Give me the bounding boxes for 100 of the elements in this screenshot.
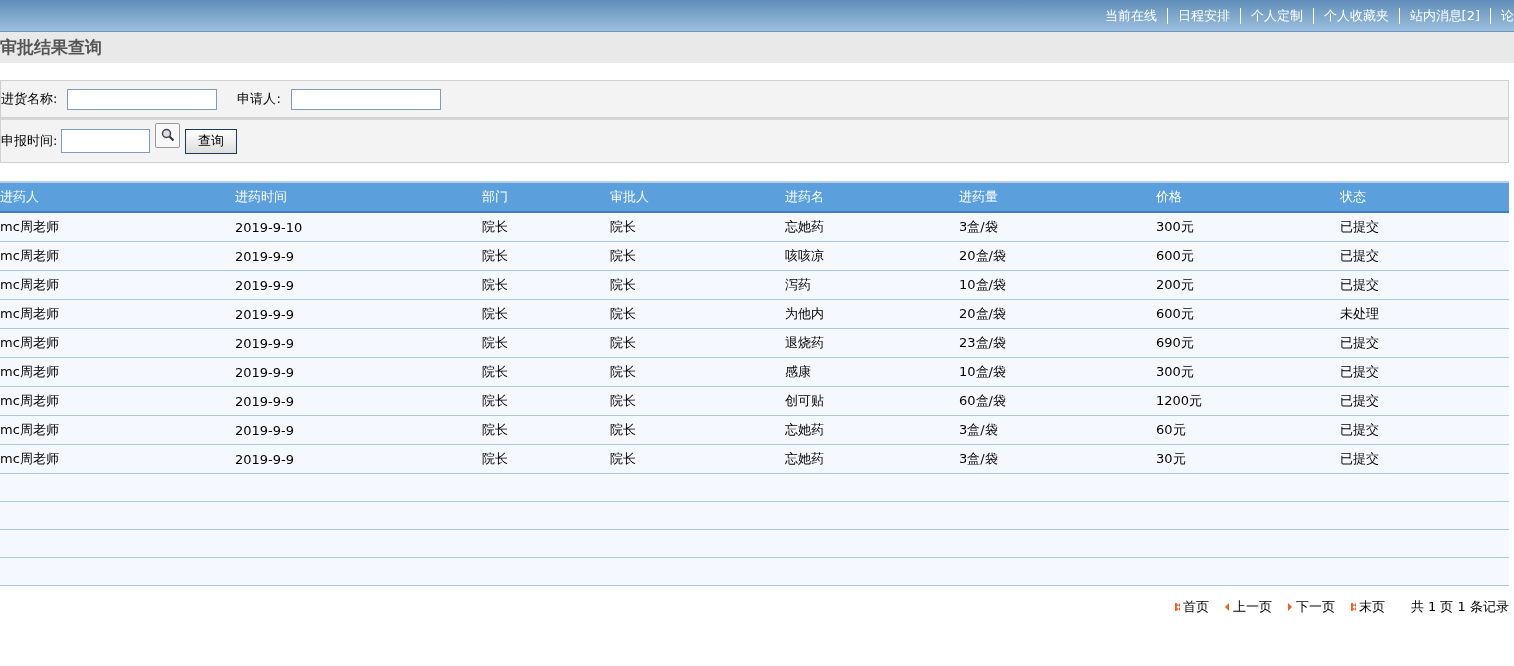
table-cell: 10盒/袋 xyxy=(959,270,1156,300)
table-cell: 1200元 xyxy=(1156,386,1340,416)
table-cell: mc周老师 xyxy=(0,270,235,300)
table-cell: 咳咳凉 xyxy=(785,241,959,271)
table-cell: 600元 xyxy=(1156,241,1340,271)
table-cell: mc周老师 xyxy=(0,444,235,474)
table-cell: 690元 xyxy=(1156,328,1340,358)
table-cell: 院长 xyxy=(610,444,785,474)
table-cell: 已提交 xyxy=(1340,328,1509,358)
table-cell: 院长 xyxy=(610,328,785,358)
table-cell: 10盒/袋 xyxy=(959,357,1156,387)
table-cell: 3盒/袋 xyxy=(959,212,1156,242)
field-label: 进货名称: xyxy=(1,90,58,108)
table-cell: 2019-9-9 xyxy=(235,299,482,329)
table-cell: 已提交 xyxy=(1340,386,1509,416)
table-cell: 为他内 xyxy=(785,299,959,329)
first-page-icon xyxy=(1174,603,1180,611)
last-page-icon xyxy=(1350,603,1356,611)
nav-link[interactable]: 个人定制 xyxy=(1240,6,1313,25)
table-cell: mc周老师 xyxy=(0,299,235,329)
pager-link[interactable]: 上一页 xyxy=(1224,598,1272,616)
pager-link[interactable]: 首页 xyxy=(1174,598,1209,616)
table-cell: 3盒/袋 xyxy=(959,415,1156,445)
table-cell: 2019-9-9 xyxy=(235,241,482,271)
table-cell: 院长 xyxy=(482,328,610,358)
table-cell: mc周老师 xyxy=(0,415,235,445)
pager-link[interactable]: 末页 xyxy=(1350,598,1385,616)
table-cell: 退烧药 xyxy=(785,328,959,358)
table-cell: mc周老师 xyxy=(0,328,235,358)
table-cell: 2019-9-9 xyxy=(235,357,482,387)
table-cell: 感康 xyxy=(785,357,959,387)
search-icon xyxy=(160,128,175,142)
column-header: 价格 xyxy=(1156,182,1340,212)
column-header: 部门 xyxy=(482,182,610,212)
table-cell: mc周老师 xyxy=(0,212,235,242)
applicant-field[interactable] xyxy=(290,88,441,110)
table-cell: 2019-9-9 xyxy=(235,270,482,300)
table-cell: 23盒/袋 xyxy=(959,328,1156,358)
table-cell: 2019-9-9 xyxy=(235,415,482,445)
table-cell: 20盒/袋 xyxy=(959,299,1156,329)
table-cell: 院长 xyxy=(610,241,785,271)
name-field[interactable] xyxy=(67,88,218,110)
table-cell: 已提交 xyxy=(1340,241,1509,271)
table-cell: 院长 xyxy=(610,270,785,300)
table-cell: 泻药 xyxy=(785,270,959,300)
table-cell: mc周老师 xyxy=(0,241,235,271)
field-label: 申报时间: xyxy=(1,132,58,150)
table-cell: 200元 xyxy=(1156,270,1340,300)
column-header: 状态 xyxy=(1340,182,1509,212)
date-picker-button[interactable] xyxy=(155,122,181,148)
pager-link[interactable]: 下一页 xyxy=(1287,598,1335,616)
table-cell: 院长 xyxy=(482,212,610,242)
table-cell: 60元 xyxy=(1156,415,1340,445)
table-cell: 忘她药 xyxy=(785,415,959,445)
table-cell: 创可贴 xyxy=(785,386,959,416)
table-cell: 院长 xyxy=(482,241,610,271)
column-header: 审批人 xyxy=(610,182,785,212)
table-cell: 60盒/袋 xyxy=(959,386,1156,416)
table-cell: 已提交 xyxy=(1340,212,1509,242)
table-cell: 院长 xyxy=(610,386,785,416)
record-summary: 共 1 页 1 条记录 xyxy=(1410,598,1509,616)
left-triangle-icon xyxy=(1224,603,1230,611)
nav-link[interactable]: 站内消息[2] xyxy=(1399,6,1490,25)
table-cell: 忘她药 xyxy=(785,212,959,242)
table-cell: 院长 xyxy=(610,299,785,329)
table-cell: 已提交 xyxy=(1340,357,1509,387)
table-cell: mc周老师 xyxy=(0,357,235,387)
table-cell: 600元 xyxy=(1156,299,1340,329)
table-cell: 300元 xyxy=(1156,212,1340,242)
table-cell: 院长 xyxy=(482,299,610,329)
column-header: 进药人 xyxy=(0,182,235,212)
query-button[interactable]: 查询 xyxy=(185,128,238,154)
table-cell: 2019-9-9 xyxy=(235,328,482,358)
table-cell: 院长 xyxy=(482,386,610,416)
table-cell: 30元 xyxy=(1156,444,1340,474)
table-cell: 300元 xyxy=(1156,357,1340,387)
field-label: 申请人: xyxy=(237,90,281,108)
table-cell: 院长 xyxy=(482,270,610,300)
table-cell: 已提交 xyxy=(1340,270,1509,300)
nav-link[interactable]: 论 xyxy=(1491,6,1514,25)
column-header: 进药时间 xyxy=(235,182,482,212)
date-field[interactable] xyxy=(61,129,151,153)
table-cell: 2019-9-10 xyxy=(235,212,482,242)
table-cell: 20盒/袋 xyxy=(959,241,1156,271)
nav-link[interactable]: 当前在线 xyxy=(1094,6,1167,25)
right-triangle-icon xyxy=(1287,603,1293,611)
table-cell: mc周老师 xyxy=(0,386,235,416)
table-cell: 忘她药 xyxy=(785,444,959,474)
nav-link[interactable]: 个人收藏夹 xyxy=(1313,6,1399,25)
table-cell: 院长 xyxy=(610,415,785,445)
table-cell: 院长 xyxy=(482,444,610,474)
nav-link[interactable]: 日程安排 xyxy=(1167,6,1240,25)
table-cell: 2019-9-9 xyxy=(235,444,482,474)
table-cell: 院长 xyxy=(610,357,785,387)
page-title: 审批结果查询 xyxy=(0,36,102,59)
table-cell: 院长 xyxy=(610,212,785,242)
table-cell: 2019-9-9 xyxy=(235,386,482,416)
column-header: 进药量 xyxy=(959,182,1156,212)
table-cell: 院长 xyxy=(482,357,610,387)
table-cell: 3盒/袋 xyxy=(959,444,1156,474)
